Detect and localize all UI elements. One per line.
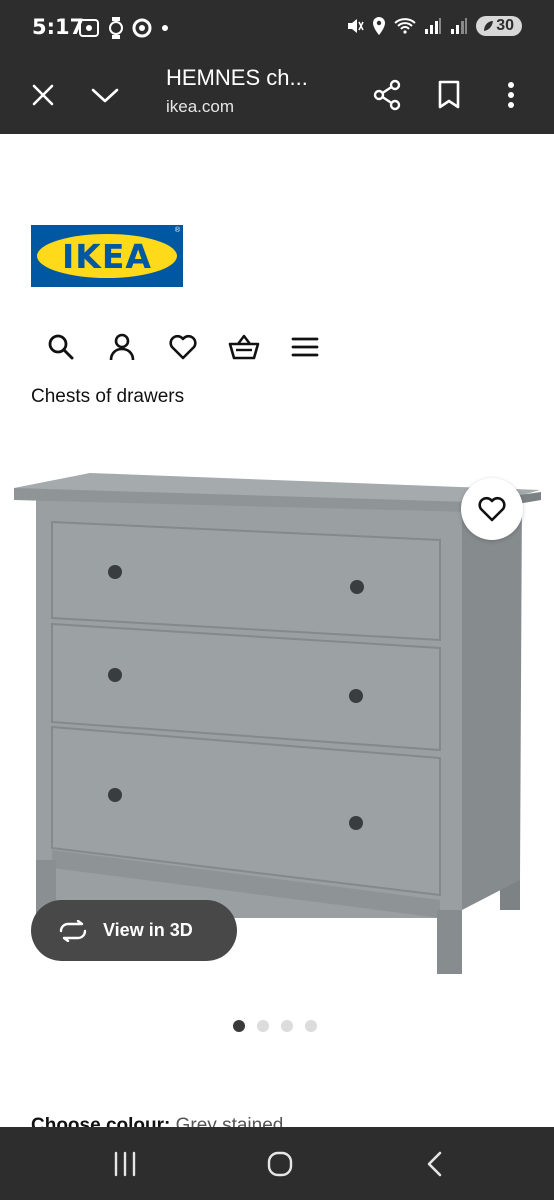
basket-icon [228,334,260,360]
add-to-favourites-button[interactable] [461,478,523,540]
favourites-button[interactable] [166,330,200,364]
signal-icon [425,18,442,34]
back-icon [427,1151,442,1177]
header-nav [44,330,322,364]
bookmark-button[interactable] [430,76,468,114]
ikea-logo[interactable]: IKEA ® [31,225,183,287]
chevron-down-icon [91,88,119,103]
system-navigation-bar [0,1127,554,1200]
share-icon [373,79,401,111]
back-button[interactable] [415,1147,455,1181]
bookmark-icon [438,80,460,109]
view-in-3d-label: View in 3D [103,920,193,940]
logo-oval: IKEA [37,234,177,278]
breadcrumb-link[interactable]: Chests of drawers [31,386,184,408]
status-right-icons: 30 [346,16,522,36]
recents-button[interactable] [105,1147,145,1181]
heart-icon [478,496,506,522]
gallery-dot[interactable] [257,1020,269,1032]
minimize-button[interactable] [86,76,124,114]
signal-icon-2 [451,18,468,34]
close-icon [32,84,54,106]
wifi-icon [394,18,416,34]
screenshot-icon [79,19,99,37]
share-button[interactable] [368,76,406,114]
custom-tab-toolbar: HEMNES ch... ikea.com [0,56,554,134]
account-button[interactable] [105,330,139,364]
gallery-indicator [233,1020,317,1032]
gallery-dot[interactable] [305,1020,317,1032]
menu-button[interactable] [288,330,322,364]
page-url: ikea.com [166,97,235,116]
page-title: HEMNES ch... [166,65,308,90]
home-button[interactable] [260,1147,300,1181]
more-options-button[interactable] [492,76,530,114]
search-icon [48,334,74,360]
close-button[interactable] [24,76,62,114]
more-vert-icon [508,82,514,108]
logo-text: IKEA [62,236,152,276]
recents-icon [114,1151,136,1177]
mute-icon [348,19,364,33]
watch-icon [109,17,123,39]
status-left-icons [78,17,170,39]
rotate-3d-icon [59,919,87,942]
battery-saver-icon [484,21,494,31]
status-time: 5:17 [32,15,85,39]
basket-button[interactable] [227,330,261,364]
account-icon [109,333,135,361]
gallery-dot[interactable] [281,1020,293,1032]
heart-icon [169,334,197,360]
status-bar: 5:17 30 [0,0,554,56]
battery-indicator: 30 [476,16,522,36]
gallery-dot[interactable] [233,1020,245,1032]
logo-registered-mark: ® [174,227,180,234]
circle-app-icon [132,18,152,38]
search-button[interactable] [44,330,78,364]
location-icon [373,17,386,35]
menu-icon [291,337,319,357]
view-in-3d-button[interactable]: View in 3D [31,900,237,961]
battery-level: 30 [496,17,514,34]
dot-icon [162,25,168,31]
home-icon [267,1151,293,1177]
